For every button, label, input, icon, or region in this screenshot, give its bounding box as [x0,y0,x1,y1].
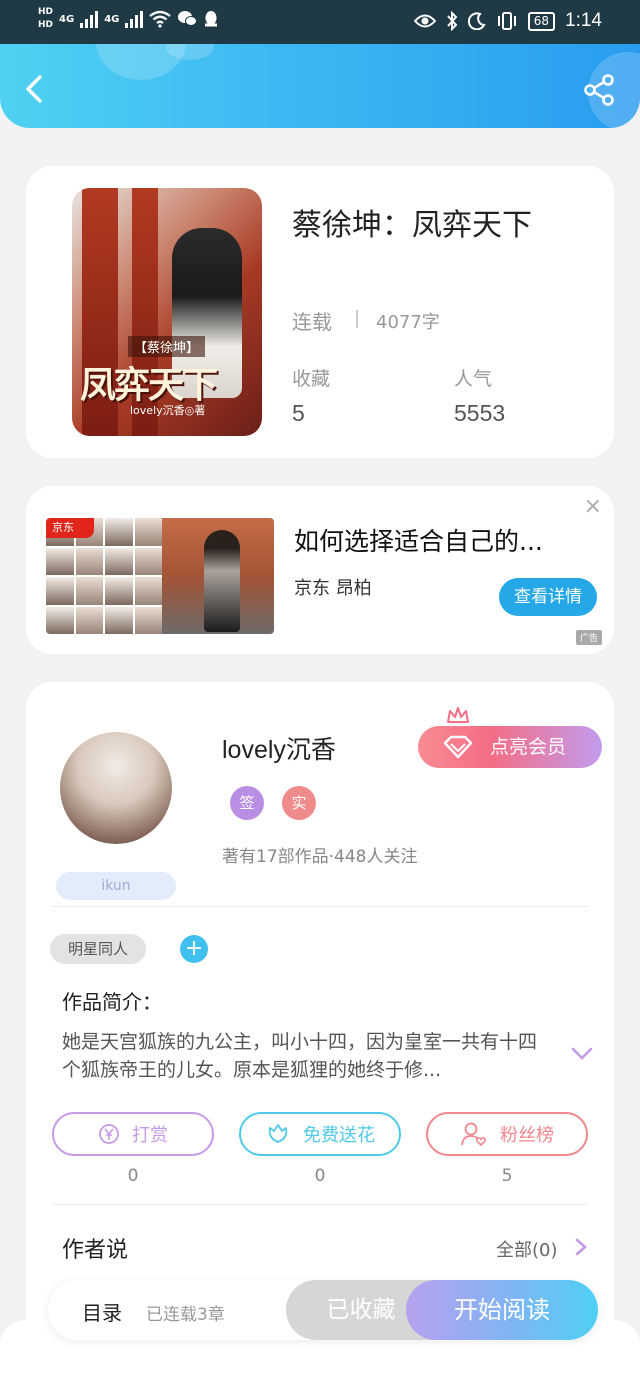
cover-subtitle: 【蔡徐坤】 [128,336,206,357]
ad-title[interactable]: 如何选择适合自己的... [294,522,543,558]
hd-label-2: HD [38,20,54,30]
wechat-icon [178,11,198,26]
eye-icon [413,14,436,28]
status-divider [356,310,358,328]
reward-button[interactable]: 打赏 [52,1112,214,1156]
share-button[interactable] [584,74,616,106]
toc-button[interactable]: 目录 [82,1297,122,1326]
status-right: 68 1:14 [413,10,602,32]
book-title: 蔡徐坤：凤弈天下 [292,208,532,243]
status-left: HD HD 4G 4G [38,6,219,32]
author-avatar[interactable] [60,732,172,844]
crown-icon [447,707,469,723]
network-label-1: 4G [59,13,75,25]
vip-button[interactable]: 点亮会员 [418,726,602,768]
fan-rank-button[interactable]: 粉丝榜 [426,1112,588,1156]
divider [52,906,588,907]
fan-user-icon [461,1122,487,1147]
book-cover[interactable]: 【蔡徐坤】 凤弈天下 lovely沉香◎著 [72,188,262,436]
book-info-card: 【蔡徐坤】 凤弈天下 lovely沉香◎著 蔡徐坤：凤弈天下 连载 4077字 … [26,166,614,458]
popularity-label: 人气 [454,368,493,390]
chevron-down-icon[interactable] [570,1046,594,1062]
vip-button-label: 点亮会员 [490,736,567,758]
header-bar [0,44,640,128]
fan-rank-label: 粉丝榜 [500,1125,554,1146]
back-button[interactable] [22,74,48,104]
toc-chapter-count[interactable]: 已连载3章 [146,1300,225,1325]
add-tag-button[interactable]: + [180,935,208,963]
cover-author: lovely沉香◎著 [130,404,206,417]
intro-text[interactable]: 她是天宫狐族的九公主，叫小十四，因为皇室一共有十四个狐族帝王的儿女。原本是狐狸的… [62,1028,552,1084]
network-label-2: 4G [104,13,120,25]
favorites-value: 5 [292,400,305,426]
popularity-value: 5553 [454,400,506,426]
send-flower-button[interactable]: 免费送花 [239,1112,401,1156]
author-name[interactable]: lovely沉香 [222,730,336,766]
send-flower-label: 免费送花 [303,1125,375,1146]
ad-detail-button[interactable]: 查看详情 [499,578,597,616]
reward-count: 0 [127,1166,139,1186]
wifi-icon [149,10,172,28]
reward-label: 打赏 [132,1125,168,1146]
ad-badge: 广告 [575,630,602,645]
signed-tag: 签 [230,786,264,820]
diamond-icon [443,735,473,759]
author-says-label: 作者说 [62,1238,129,1263]
bottom-action-bar: 目录 已连载3章 已收藏 开始阅读 [48,1280,598,1340]
battery-indicator: 68 [527,11,556,31]
start-reading-button[interactable]: 开始阅读 [406,1280,598,1340]
ad-source: 京东 昂柏 [294,578,372,599]
author-card: ikun lovely沉香 签 实 著有17部作品·448人关注 点亮会员 明星… [26,682,614,1362]
word-count: 4077字 [376,312,440,333]
genre-tag[interactable]: 明星同人 [50,934,146,964]
flower-count: 0 [314,1166,326,1186]
flower-icon [268,1124,288,1143]
hd-label-1: HD [38,7,54,17]
book-status: 连载 [292,310,332,334]
cover-title: 凤弈天下 [80,364,218,406]
verified-tag: 实 [282,786,316,820]
fan-count: 5 [501,1166,513,1186]
divider [52,1204,588,1205]
favorites-label: 收藏 [292,368,331,390]
qq-icon [205,11,218,27]
ad-close-icon[interactable]: × [584,494,602,519]
intro-label: 作品简介： [62,990,162,1014]
signal-icon-2 [125,10,144,28]
fan-badge: ikun [56,872,176,900]
bluetooth-icon [446,11,458,31]
moon-icon [467,12,486,30]
yen-coin-icon [99,1124,119,1144]
status-bar: HD HD 4G 4G 68 1:14 [0,0,640,44]
clock: 1:14 [565,10,602,31]
signal-icon [80,10,99,28]
author-says-all-link[interactable]: 全部(0) [496,1236,558,1262]
ad-card[interactable]: 京东 如何选择适合自己的... 京东 昂柏 查看详情 × 广告 [26,486,614,654]
author-meta: 著有17部作品·448人关注 [222,847,418,867]
ad-photo [162,518,274,634]
chevron-right-icon[interactable] [574,1238,588,1256]
vibrate-icon [497,12,516,30]
jd-logo: 京东 [46,518,94,538]
ad-image[interactable]: 京东 [46,518,274,634]
